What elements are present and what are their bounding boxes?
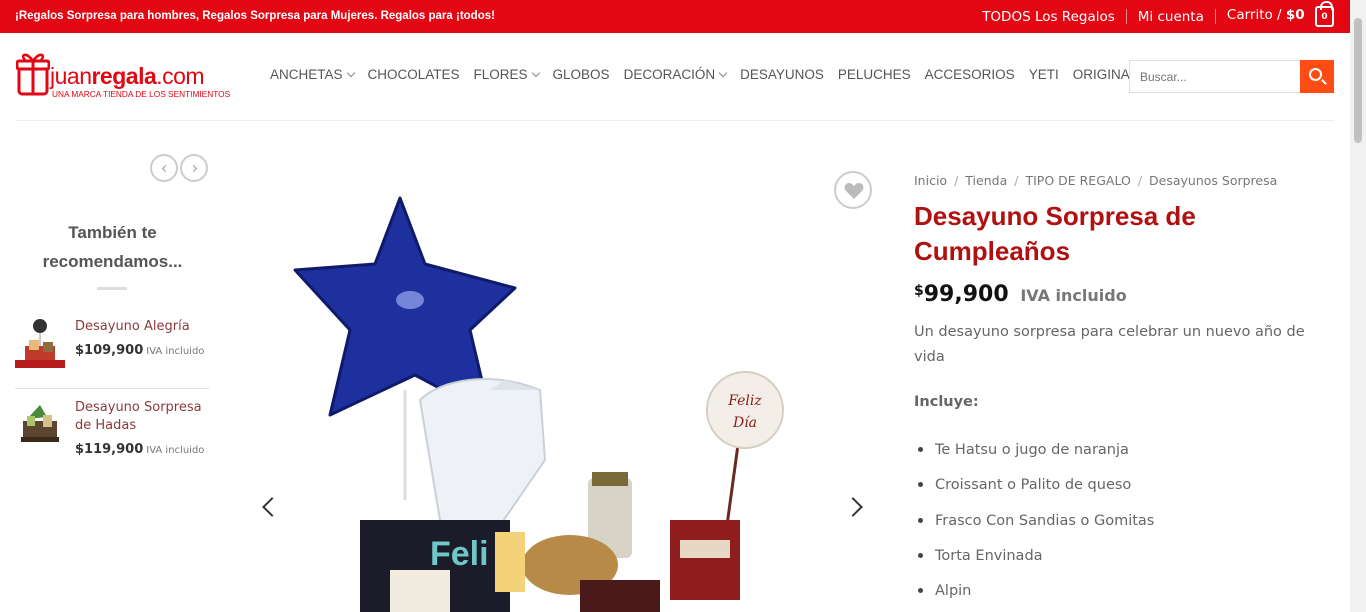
nav-item-label: DESAYUNOS — [740, 67, 824, 82]
nav-item-label: ANCHETAS — [270, 67, 343, 82]
cart-label: Carrito / — [1226, 7, 1282, 23]
nav-item-label: ACCESORIOS — [924, 67, 1015, 82]
breadcrumb-item[interactable]: Inicio — [914, 173, 947, 188]
search-form — [1129, 60, 1334, 93]
nav-item-label: ORIGINAL — [1072, 67, 1138, 82]
chevron-down-icon — [531, 68, 540, 77]
nav-item-label: FLORES — [473, 67, 528, 82]
topper-text: Día — [732, 415, 757, 431]
site-logo[interactable]: juanregala.com UNA MARCA TIENDA DE LOS S… — [16, 47, 240, 103]
recommended-product[interactable]: Desayuno Sorpresa de Hadas $119,900 IVA i… — [15, 399, 210, 461]
nav-item-label: PELUCHES — [837, 67, 911, 82]
site-header: juanregala.com UNA MARCA TIENDA DE LOS S… — [0, 33, 1350, 121]
recommended-product-name[interactable]: Desayuno Alegría — [75, 318, 210, 336]
nav-item-label: DECORACIÓN — [623, 67, 716, 82]
recommended-product[interactable]: Desayuno Alegría $109,900 IVA incluido — [15, 318, 210, 370]
cart-count: 0 — [1321, 12, 1328, 22]
includes-list: Te Hatsu o jugo de naranja Croissant o P… — [914, 438, 1314, 612]
sidebar-carousel-controls — [150, 154, 208, 182]
product-price: $99,900 IVA incluido — [914, 282, 1127, 307]
chevron-left-icon — [161, 164, 170, 173]
heart-icon — [844, 183, 864, 199]
chevron-down-icon — [346, 68, 355, 77]
product-thumbnail[interactable] — [15, 399, 65, 449]
cart-link[interactable]: Carrito / $0 0 — [1226, 1, 1334, 27]
nav-item-desayunos[interactable]: DESAYUNOS — [740, 67, 824, 82]
list-item: Frasco Con Sandias o Gomitas — [914, 509, 1314, 544]
divider — [1214, 9, 1216, 24]
previous-button[interactable] — [150, 154, 178, 182]
product-title: Desayuno Sorpresa de Cumpleaños — [914, 201, 1196, 266]
list-item: Croissant o Palito de queso — [914, 473, 1314, 508]
logo-wordmark: juanregala.com — [50, 63, 205, 89]
nav-item-anchetas[interactable]: ANCHETAS — [270, 67, 355, 82]
search-icon — [1309, 68, 1322, 81]
mug-text: Feli — [430, 535, 489, 573]
nav-item-chocolates[interactable]: CHOCOLATES — [368, 67, 460, 82]
top-bar-links: TODOS Los Regalos Mi cuenta Carrito / $0… — [982, 0, 1334, 33]
breadcrumb: Inicio / Tienda / TIPO DE REGALO / Desayunos S… — [914, 173, 1278, 188]
topper-text: Feliz — [727, 393, 762, 409]
product-description: Un desayuno sorpresa para celebrar un nu… — [914, 324, 1305, 365]
sidebar-title: También te recomendamos... — [42, 223, 183, 271]
header-divider — [16, 120, 1334, 121]
nav-item-yeti[interactable]: YETI — [1029, 67, 1059, 82]
list-item: Torta Envinada — [914, 544, 1314, 579]
wishlist-button[interactable] — [834, 171, 872, 209]
nav-item-decoración[interactable]: DECORACIÓN — [623, 67, 728, 82]
sidebar-title-divider — [97, 287, 127, 290]
includes-heading: Incluye: — [914, 394, 979, 410]
promo-text: ¡Regalos Sorpresa para hombres, Regalos … — [15, 10, 495, 22]
nav-item-label: GLOBOS — [552, 67, 610, 82]
nav-item-flores[interactable]: FLORES — [473, 67, 540, 82]
product-gallery: Feliz Día Feli — [240, 160, 880, 612]
scrollbar-thumb[interactable] — [1354, 18, 1362, 143]
scrollbar[interactable] — [1350, 0, 1366, 612]
breadcrumb-item[interactable]: Desayunos Sorpresa — [1149, 173, 1277, 188]
chevron-down-icon — [718, 68, 728, 77]
top-bar: ¡Regalos Sorpresa para hombres, Regalos … — [0, 0, 1350, 33]
search-input[interactable] — [1129, 60, 1301, 93]
breadcrumb-item[interactable]: Tienda — [965, 173, 1007, 188]
nav-item-globos[interactable]: GLOBOS — [553, 67, 610, 82]
shopping-bag-icon: 0 — [1315, 1, 1334, 27]
gift-box-icon — [16, 53, 50, 96]
chevron-right-icon — [189, 164, 198, 173]
list-item: Te Hatsu o jugo de naranja — [914, 438, 1314, 473]
nav-item-accesorios[interactable]: ACCESORIOS — [925, 67, 1015, 82]
cart-total: $0 — [1285, 7, 1305, 23]
divider — [1125, 9, 1127, 24]
search-button[interactable] — [1300, 60, 1334, 93]
product-thumbnail[interactable] — [15, 318, 65, 368]
tax-note: IVA incluido — [1020, 286, 1127, 305]
logo-tagline: UNA MARCA TIENDA DE LOS SENTIMIENTOS — [52, 89, 231, 99]
nav-item-label: YETI — [1028, 67, 1059, 82]
divider — [15, 388, 210, 389]
main-nav: ANCHETAS CHOCOLATES FLORES GLOBOS DECORACIÓN… — [270, 67, 1162, 82]
next-button[interactable] — [180, 154, 208, 182]
product-image[interactable]: Feliz Día Feli — [240, 160, 880, 612]
list-item: Alpin — [914, 579, 1314, 612]
all-gifts-link[interactable]: TODOS Los Regalos — [982, 9, 1115, 25]
recommended-product-price: $119,900 IVA incluido — [75, 442, 205, 457]
my-account-link[interactable]: Mi cuenta — [1138, 9, 1204, 25]
recommended-product-price: $109,900 IVA incluido — [75, 343, 205, 358]
recommended-product-name[interactable]: Desayuno Sorpresa de Hadas — [75, 399, 210, 435]
nav-item-peluches[interactable]: PELUCHES — [838, 67, 911, 82]
breadcrumb-item[interactable]: TIPO DE REGALO — [1025, 173, 1130, 188]
nav-item-label: CHOCOLATES — [367, 67, 460, 82]
